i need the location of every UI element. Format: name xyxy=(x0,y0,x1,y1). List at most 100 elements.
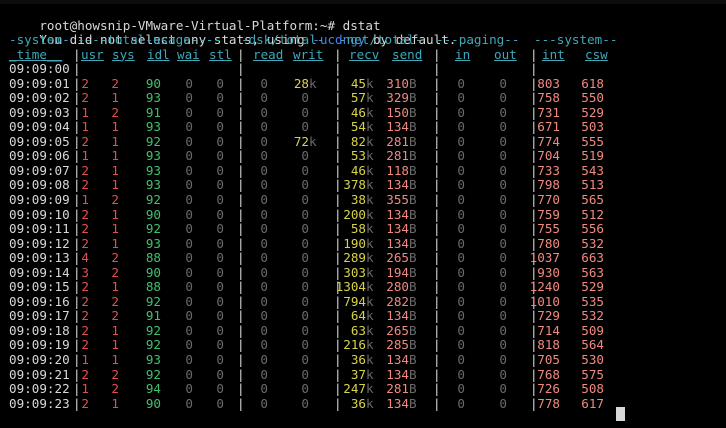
text-cursor xyxy=(616,407,625,421)
group-system2: ---system-- xyxy=(534,32,618,47)
cell-pout: 0 xyxy=(499,366,507,382)
cell-read: 0 xyxy=(260,206,268,222)
cell-recv: 45k xyxy=(350,75,374,91)
cell-pout: 0 xyxy=(499,191,507,207)
cell-recv: 200k xyxy=(343,206,374,222)
group-net-total: -net/total- xyxy=(339,32,423,47)
cell-pout: 0 xyxy=(499,235,507,251)
cell-int: 774 xyxy=(537,133,560,149)
cell-recv: 794k xyxy=(343,293,374,309)
cell-writ: 0 xyxy=(301,395,309,411)
cell-sys: 2 xyxy=(111,308,119,324)
cell-int: 818 xyxy=(537,337,560,353)
cell-csw: 575 xyxy=(581,366,604,382)
cell-send: 310B xyxy=(386,75,417,91)
cell-recv: 54k xyxy=(350,119,374,135)
cell-int: 755 xyxy=(537,221,560,237)
cell-pout: 0 xyxy=(499,322,507,338)
cell-stl: 0 xyxy=(216,395,224,411)
cell-int: 733 xyxy=(537,162,560,178)
cell-send: 150B xyxy=(386,104,417,120)
cell-send: 134B xyxy=(386,352,417,367)
cell-csw: 503 xyxy=(581,119,604,135)
cell-sys: 1 xyxy=(111,133,119,149)
cell-int: 759 xyxy=(537,206,560,222)
cell-stl: 0 xyxy=(216,264,224,280)
cell-csw: 532 xyxy=(581,308,604,324)
cell-int: 1037 xyxy=(529,250,560,266)
cell-pout: 0 xyxy=(499,119,507,135)
cell-stl: 0 xyxy=(216,90,224,106)
cell-send: 118B xyxy=(386,162,417,178)
cell-sys: 2 xyxy=(111,75,119,91)
cell-recv: 63k xyxy=(350,322,374,338)
cell-csw: 543 xyxy=(581,162,604,178)
cell-pin: 0 xyxy=(457,235,465,251)
cell-pin: 0 xyxy=(457,119,465,135)
column-separator: | xyxy=(73,61,81,76)
cell-stl: 0 xyxy=(216,206,224,222)
cell-csw: 530 xyxy=(581,352,604,367)
cell-sys: 1 xyxy=(111,162,119,178)
cell-writ: 0 xyxy=(301,308,309,324)
cell-send: 134B xyxy=(386,235,417,251)
cell-read: 0 xyxy=(260,191,268,207)
cell-int: 731 xyxy=(537,104,560,120)
cell-send: 280B xyxy=(386,279,417,295)
col-csw: csw xyxy=(585,46,608,62)
cell-read: 0 xyxy=(260,90,268,106)
cell-writ: 0 xyxy=(301,191,309,207)
cell-int: 729 xyxy=(537,308,560,324)
cell-pin: 0 xyxy=(457,395,465,411)
cell-stl: 0 xyxy=(216,322,224,338)
cell-csw: 529 xyxy=(581,279,604,295)
cell-send: 281B xyxy=(386,133,417,149)
cell-int: 726 xyxy=(537,381,560,397)
cell-stl: 0 xyxy=(216,191,224,207)
cell-writ: 0 xyxy=(301,279,309,295)
cell-int: 705 xyxy=(537,352,560,367)
cell-stl: 0 xyxy=(216,177,224,193)
cell-pout: 0 xyxy=(499,381,507,397)
cell-int: 778 xyxy=(537,395,560,411)
row-time: 09:09:00 xyxy=(9,61,70,76)
cell-pout: 0 xyxy=(499,395,507,411)
cell-recv: 57k xyxy=(350,90,374,106)
cell-read: 0 xyxy=(260,235,268,251)
cell-pin: 0 xyxy=(457,133,465,149)
cell-pin: 0 xyxy=(457,337,465,353)
cell-stl: 0 xyxy=(216,366,224,382)
cell-pout: 0 xyxy=(499,308,507,324)
col-wai: wai xyxy=(177,46,200,62)
cell-pout: 0 xyxy=(499,206,507,222)
col-int: int xyxy=(542,46,565,62)
cell-recv: 37k xyxy=(350,366,374,382)
cell-pin: 0 xyxy=(457,162,465,178)
cell-stl: 0 xyxy=(216,279,224,295)
cell-read: 0 xyxy=(260,264,268,280)
cell-csw: 535 xyxy=(581,293,604,309)
cell-writ: 0 xyxy=(301,104,309,120)
cell-int: 1010 xyxy=(529,293,560,309)
cell-sys: 1 xyxy=(111,221,119,237)
cell-writ: 0 xyxy=(301,322,309,338)
column-separator: | xyxy=(334,61,342,76)
cell-pout: 0 xyxy=(499,221,507,237)
cell-send: 329B xyxy=(386,90,417,106)
cell-writ: 0 xyxy=(301,221,309,237)
cell-writ: 0 xyxy=(301,337,309,353)
cell-read: 0 xyxy=(260,177,268,193)
cell-read: 0 xyxy=(260,395,268,411)
cell-stl: 0 xyxy=(216,337,224,353)
group-system: -system- xyxy=(9,32,70,47)
cell-read: 0 xyxy=(260,162,268,178)
cell-csw: 564 xyxy=(581,337,604,353)
terminal-window[interactable]: root@howsnip-VMware-Virtual-Platform:~# … xyxy=(0,0,726,428)
group-dsk-total: -dsk/total- xyxy=(241,32,325,47)
cell-pin: 0 xyxy=(457,206,465,222)
cell-send: 285B xyxy=(386,337,417,353)
cell-csw: 513 xyxy=(581,177,604,193)
cell-csw: 563 xyxy=(581,264,604,280)
cell-send: 134B xyxy=(386,177,417,193)
col-idl: idl xyxy=(147,46,170,62)
